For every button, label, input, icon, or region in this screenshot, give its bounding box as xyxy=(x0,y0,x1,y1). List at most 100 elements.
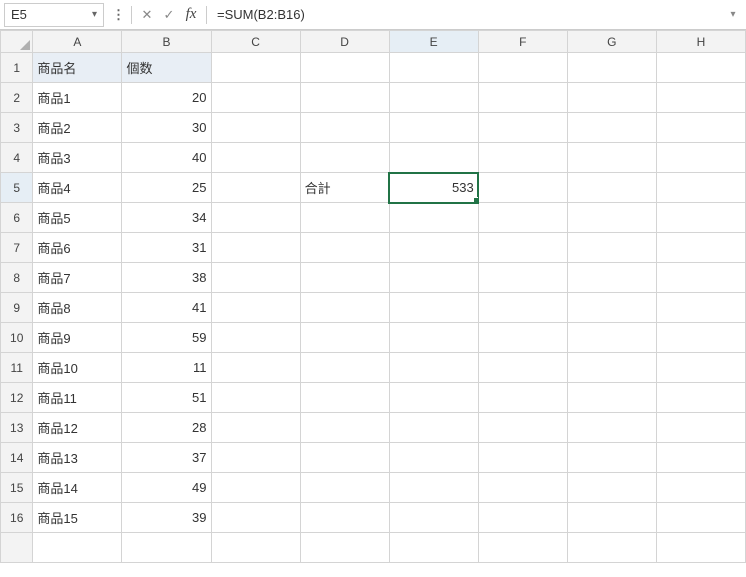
cell-B11[interactable]: 11 xyxy=(122,353,211,383)
cell-A10[interactable]: 商品9 xyxy=(33,323,122,353)
cell-G7[interactable] xyxy=(567,233,656,263)
cell-F13[interactable] xyxy=(478,413,567,443)
cell-F2[interactable] xyxy=(478,83,567,113)
cell-A4[interactable]: 商品3 xyxy=(33,143,122,173)
cell-B3[interactable]: 30 xyxy=(122,113,211,143)
cell-H5[interactable] xyxy=(656,173,745,203)
cell-C16[interactable] xyxy=(211,503,300,533)
vertical-dots-icon[interactable]: ⋮ xyxy=(110,7,127,23)
cell-F9[interactable] xyxy=(478,293,567,323)
cell-C13[interactable] xyxy=(211,413,300,443)
cell-E2[interactable] xyxy=(389,83,478,113)
row-header-5[interactable]: 5 xyxy=(1,173,33,203)
cell-G14[interactable] xyxy=(567,443,656,473)
cell-F15[interactable] xyxy=(478,473,567,503)
cell-C17[interactable] xyxy=(211,533,300,563)
cell-C15[interactable] xyxy=(211,473,300,503)
row-header-8[interactable]: 8 xyxy=(1,263,33,293)
cell-E4[interactable] xyxy=(389,143,478,173)
cell-F7[interactable] xyxy=(478,233,567,263)
cell-A13[interactable]: 商品12 xyxy=(33,413,122,443)
cell-E3[interactable] xyxy=(389,113,478,143)
cell-D14[interactable] xyxy=(300,443,389,473)
worksheet[interactable]: ABCDEFGH 1商品名個数2商品1203商品2304商品3405商品425合… xyxy=(0,30,746,577)
cell-F4[interactable] xyxy=(478,143,567,173)
row-header-10[interactable]: 10 xyxy=(1,323,33,353)
cell-F10[interactable] xyxy=(478,323,567,353)
cell-A9[interactable]: 商品8 xyxy=(33,293,122,323)
cell-A5[interactable]: 商品4 xyxy=(33,173,122,203)
cell-D15[interactable] xyxy=(300,473,389,503)
cell-D7[interactable] xyxy=(300,233,389,263)
cell-G6[interactable] xyxy=(567,203,656,233)
cell-H6[interactable] xyxy=(656,203,745,233)
cell-D1[interactable] xyxy=(300,53,389,83)
row-header-2[interactable]: 2 xyxy=(1,83,33,113)
cell-C10[interactable] xyxy=(211,323,300,353)
row-header-15[interactable]: 15 xyxy=(1,473,33,503)
cell-F11[interactable] xyxy=(478,353,567,383)
cell-B1[interactable]: 個数 xyxy=(122,53,211,83)
row-header-13[interactable]: 13 xyxy=(1,413,33,443)
cell-B10[interactable]: 59 xyxy=(122,323,211,353)
column-header-B[interactable]: B xyxy=(122,31,211,53)
cell-D9[interactable] xyxy=(300,293,389,323)
cell-E5[interactable]: 533 xyxy=(389,173,478,203)
cell-A14[interactable]: 商品13 xyxy=(33,443,122,473)
cell-H9[interactable] xyxy=(656,293,745,323)
cell-D13[interactable] xyxy=(300,413,389,443)
cell-B2[interactable]: 20 xyxy=(122,83,211,113)
cell-D4[interactable] xyxy=(300,143,389,173)
cell-A3[interactable]: 商品2 xyxy=(33,113,122,143)
cell-A1[interactable]: 商品名 xyxy=(33,53,122,83)
row-header-1[interactable]: 1 xyxy=(1,53,33,83)
cell-E6[interactable] xyxy=(389,203,478,233)
cell-D3[interactable] xyxy=(300,113,389,143)
cell-H1[interactable] xyxy=(656,53,745,83)
cell-C2[interactable] xyxy=(211,83,300,113)
cell-F1[interactable] xyxy=(478,53,567,83)
cell-E7[interactable] xyxy=(389,233,478,263)
cell-G1[interactable] xyxy=(567,53,656,83)
cell-F17[interactable] xyxy=(478,533,567,563)
cell-E1[interactable] xyxy=(389,53,478,83)
cell-A16[interactable]: 商品15 xyxy=(33,503,122,533)
cell-H7[interactable] xyxy=(656,233,745,263)
row-header-14[interactable]: 14 xyxy=(1,443,33,473)
cell-C1[interactable] xyxy=(211,53,300,83)
column-header-D[interactable]: D xyxy=(300,31,389,53)
cell-D10[interactable] xyxy=(300,323,389,353)
cancel-button[interactable]: ✕ xyxy=(136,4,158,26)
cell-C12[interactable] xyxy=(211,383,300,413)
cell-D2[interactable] xyxy=(300,83,389,113)
column-header-F[interactable]: F xyxy=(478,31,567,53)
row-header-16[interactable]: 16 xyxy=(1,503,33,533)
cell-G12[interactable] xyxy=(567,383,656,413)
cell-G9[interactable] xyxy=(567,293,656,323)
cell-F14[interactable] xyxy=(478,443,567,473)
column-header-H[interactable]: H xyxy=(656,31,745,53)
row-header-17[interactable] xyxy=(1,533,33,563)
cell-B15[interactable]: 49 xyxy=(122,473,211,503)
cell-F16[interactable] xyxy=(478,503,567,533)
cell-A7[interactable]: 商品6 xyxy=(33,233,122,263)
cell-H15[interactable] xyxy=(656,473,745,503)
cell-G17[interactable] xyxy=(567,533,656,563)
cell-D12[interactable] xyxy=(300,383,389,413)
cell-C8[interactable] xyxy=(211,263,300,293)
cell-F12[interactable] xyxy=(478,383,567,413)
cell-H13[interactable] xyxy=(656,413,745,443)
cell-D6[interactable] xyxy=(300,203,389,233)
cell-C5[interactable] xyxy=(211,173,300,203)
cell-A12[interactable]: 商品11 xyxy=(33,383,122,413)
cell-C4[interactable] xyxy=(211,143,300,173)
column-header-E[interactable]: E xyxy=(389,31,478,53)
cell-E10[interactable] xyxy=(389,323,478,353)
column-header-C[interactable]: C xyxy=(211,31,300,53)
cell-B13[interactable]: 28 xyxy=(122,413,211,443)
cell-H4[interactable] xyxy=(656,143,745,173)
cell-G10[interactable] xyxy=(567,323,656,353)
row-header-3[interactable]: 3 xyxy=(1,113,33,143)
cell-B14[interactable]: 37 xyxy=(122,443,211,473)
cell-C6[interactable] xyxy=(211,203,300,233)
